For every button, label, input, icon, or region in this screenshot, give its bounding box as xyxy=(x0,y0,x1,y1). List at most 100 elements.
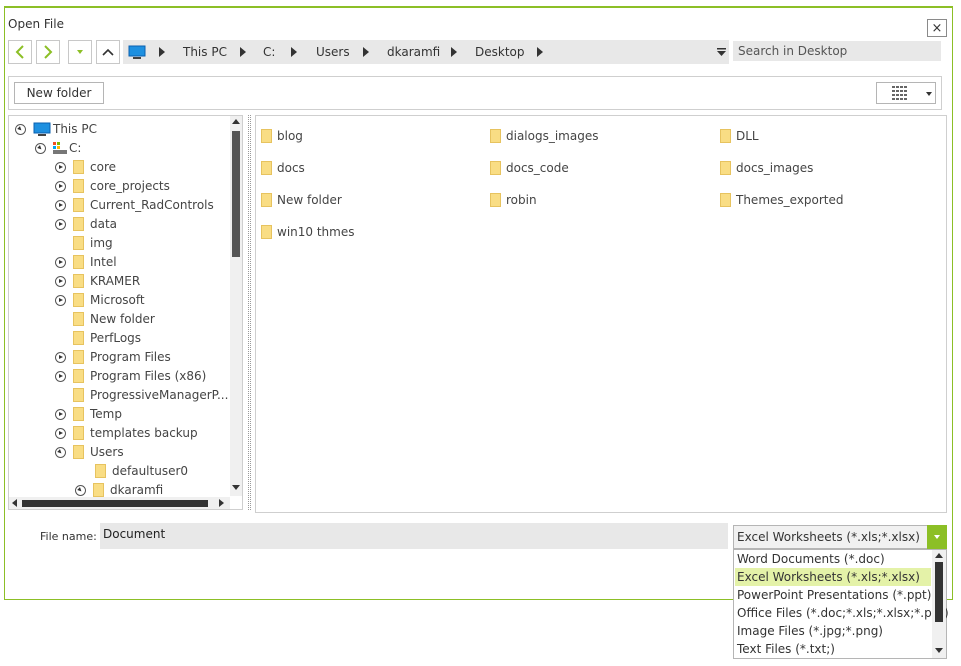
scroll-up-icon[interactable] xyxy=(935,553,943,558)
expand-icon[interactable] xyxy=(55,408,66,420)
tree-item-progressivemanager[interactable]: ProgressiveManagerP... xyxy=(55,386,228,404)
file-type-select[interactable]: Excel Worksheets (*.xls;*.xlsx) xyxy=(733,525,947,549)
expand-icon[interactable] xyxy=(15,123,26,135)
tree-item-defaultuser0[interactable]: defaultuser0 xyxy=(95,462,188,480)
file-item-win10-thmes[interactable]: win10 thmes xyxy=(261,222,354,242)
folder-icon xyxy=(73,331,84,345)
scroll-down-icon[interactable] xyxy=(935,648,943,653)
file-item-docs-images[interactable]: docs_images xyxy=(720,158,813,178)
breadcrumb-this-pc[interactable]: This PC xyxy=(183,45,227,59)
scroll-thumb[interactable] xyxy=(232,131,240,257)
expand-icon[interactable] xyxy=(55,199,66,211)
file-name-input[interactable] xyxy=(100,523,728,549)
expand-icon[interactable] xyxy=(55,446,66,458)
chevron-down-icon[interactable] xyxy=(927,525,947,549)
expand-icon[interactable] xyxy=(55,218,66,230)
file-type-option-office[interactable]: Office Files (*.doc;*.xls;*.xlsx;*.ppt) xyxy=(735,604,949,622)
expand-icon[interactable] xyxy=(55,370,66,382)
file-item-docs-code[interactable]: docs_code xyxy=(490,158,569,178)
breadcrumb-separator-icon xyxy=(537,47,543,57)
tree-vertical-scrollbar[interactable] xyxy=(230,116,242,496)
tree-item-c-drive[interactable]: C: xyxy=(35,139,81,157)
tree-horizontal-scrollbar[interactable] xyxy=(9,497,230,509)
tree-item-current-radcontrols[interactable]: Current_RadControls xyxy=(55,196,214,214)
toolbar: New folder xyxy=(8,76,942,110)
file-item-robin[interactable]: robin xyxy=(490,190,537,210)
tree-item-label: core xyxy=(90,160,116,174)
file-item-blog[interactable]: blog xyxy=(261,126,303,146)
dropdown-scrollbar[interactable] xyxy=(932,550,946,658)
file-item-label: docs_images xyxy=(736,161,814,175)
file-item-dll[interactable]: DLL xyxy=(720,126,759,146)
expand-icon[interactable] xyxy=(55,256,66,268)
folder-icon xyxy=(490,193,501,207)
history-dropdown-button[interactable] xyxy=(68,40,92,64)
search-input[interactable] xyxy=(733,41,941,61)
tree-item-label: dkaramfi xyxy=(110,483,164,497)
expand-icon[interactable] xyxy=(55,161,66,173)
expand-icon[interactable] xyxy=(55,275,66,287)
expand-icon[interactable] xyxy=(55,294,66,306)
file-type-option-text[interactable]: Text Files (*.txt;) xyxy=(735,640,931,658)
close-button[interactable]: × xyxy=(927,19,947,37)
panel-splitter[interactable] xyxy=(248,115,251,510)
breadcrumb-dropdown-icon[interactable] xyxy=(717,48,726,56)
forward-arrow-icon xyxy=(44,45,53,59)
scroll-left-icon[interactable] xyxy=(12,499,17,507)
expand-icon[interactable] xyxy=(75,484,86,496)
expand-icon[interactable] xyxy=(55,180,66,192)
back-button[interactable] xyxy=(8,40,32,64)
file-item-docs[interactable]: docs xyxy=(261,158,305,178)
file-type-option-excel[interactable]: Excel Worksheets (*.xls;*.xlsx) xyxy=(735,568,931,586)
tree-item-core-projects[interactable]: core_projects xyxy=(55,177,170,195)
tree-item-data[interactable]: data xyxy=(55,215,117,233)
tree-item-temp[interactable]: Temp xyxy=(55,405,122,423)
file-type-option-image[interactable]: Image Files (*.jpg;*.png) xyxy=(735,622,931,640)
breadcrumb-dkaramfi[interactable]: dkaramfi xyxy=(387,45,440,59)
up-button[interactable] xyxy=(96,40,120,64)
file-list: blog dialogs_images DLL docs docs_code d… xyxy=(255,115,947,513)
tree-item-microsoft[interactable]: Microsoft xyxy=(55,291,145,309)
expand-icon[interactable] xyxy=(55,351,66,363)
tree-item-label: PerfLogs xyxy=(90,331,142,345)
tree-item-core[interactable]: core xyxy=(55,158,116,176)
tree-item-program-files[interactable]: Program Files xyxy=(55,348,171,366)
tree-item-this-pc[interactable]: This PC xyxy=(15,120,97,138)
folder-icon xyxy=(73,274,84,288)
chevron-down-icon xyxy=(926,92,932,96)
tree-item-program-files-x86[interactable]: Program Files (x86) xyxy=(55,367,206,385)
file-item-new-folder[interactable]: New folder xyxy=(261,190,342,210)
scroll-up-icon[interactable] xyxy=(232,119,240,124)
forward-button[interactable] xyxy=(36,40,60,64)
navigation-bar: This PC C: Users dkaramfi Desktop xyxy=(8,40,942,64)
tree-item-kramer[interactable]: KRAMER xyxy=(55,272,140,290)
scroll-down-icon[interactable] xyxy=(232,485,240,490)
tree-item-templates-backup[interactable]: templates backup xyxy=(55,424,198,442)
new-folder-button[interactable]: New folder xyxy=(14,82,104,104)
breadcrumb[interactable]: This PC C: Users dkaramfi Desktop xyxy=(123,40,729,64)
scroll-thumb[interactable] xyxy=(22,500,208,507)
scroll-right-icon[interactable] xyxy=(219,499,224,507)
file-item-label: Themes_exported xyxy=(736,193,844,207)
file-item-themes-exported[interactable]: Themes_exported xyxy=(720,190,844,210)
breadcrumb-separator-icon xyxy=(240,47,246,57)
breadcrumb-users[interactable]: Users xyxy=(316,45,350,59)
folder-tree: This PC C: core core_projects Current_Ra… xyxy=(8,115,243,510)
file-item-dialogs-images[interactable]: dialogs_images xyxy=(490,126,598,146)
file-type-option-word[interactable]: Word Documents (*.doc) xyxy=(735,550,931,568)
tree-item-new-folder[interactable]: New folder xyxy=(55,310,155,328)
breadcrumb-desktop[interactable]: Desktop xyxy=(475,45,525,59)
expand-icon[interactable] xyxy=(35,142,46,154)
tree-item-intel[interactable]: Intel xyxy=(55,253,117,271)
scroll-thumb[interactable] xyxy=(935,562,943,622)
breadcrumb-c-drive[interactable]: C: xyxy=(263,45,275,59)
folder-icon xyxy=(73,217,84,231)
view-mode-button[interactable] xyxy=(876,82,936,104)
tree-item-img[interactable]: img xyxy=(55,234,113,252)
expand-icon[interactable] xyxy=(55,427,66,439)
file-type-option-powerpoint[interactable]: PowerPoint Presentations (*.ppt) xyxy=(735,586,931,604)
tree-item-perflogs[interactable]: PerfLogs xyxy=(55,329,141,347)
breadcrumb-separator-icon xyxy=(363,47,369,57)
tree-item-users[interactable]: Users xyxy=(55,443,124,461)
file-type-dropdown: Word Documents (*.doc) Excel Worksheets … xyxy=(733,549,949,659)
